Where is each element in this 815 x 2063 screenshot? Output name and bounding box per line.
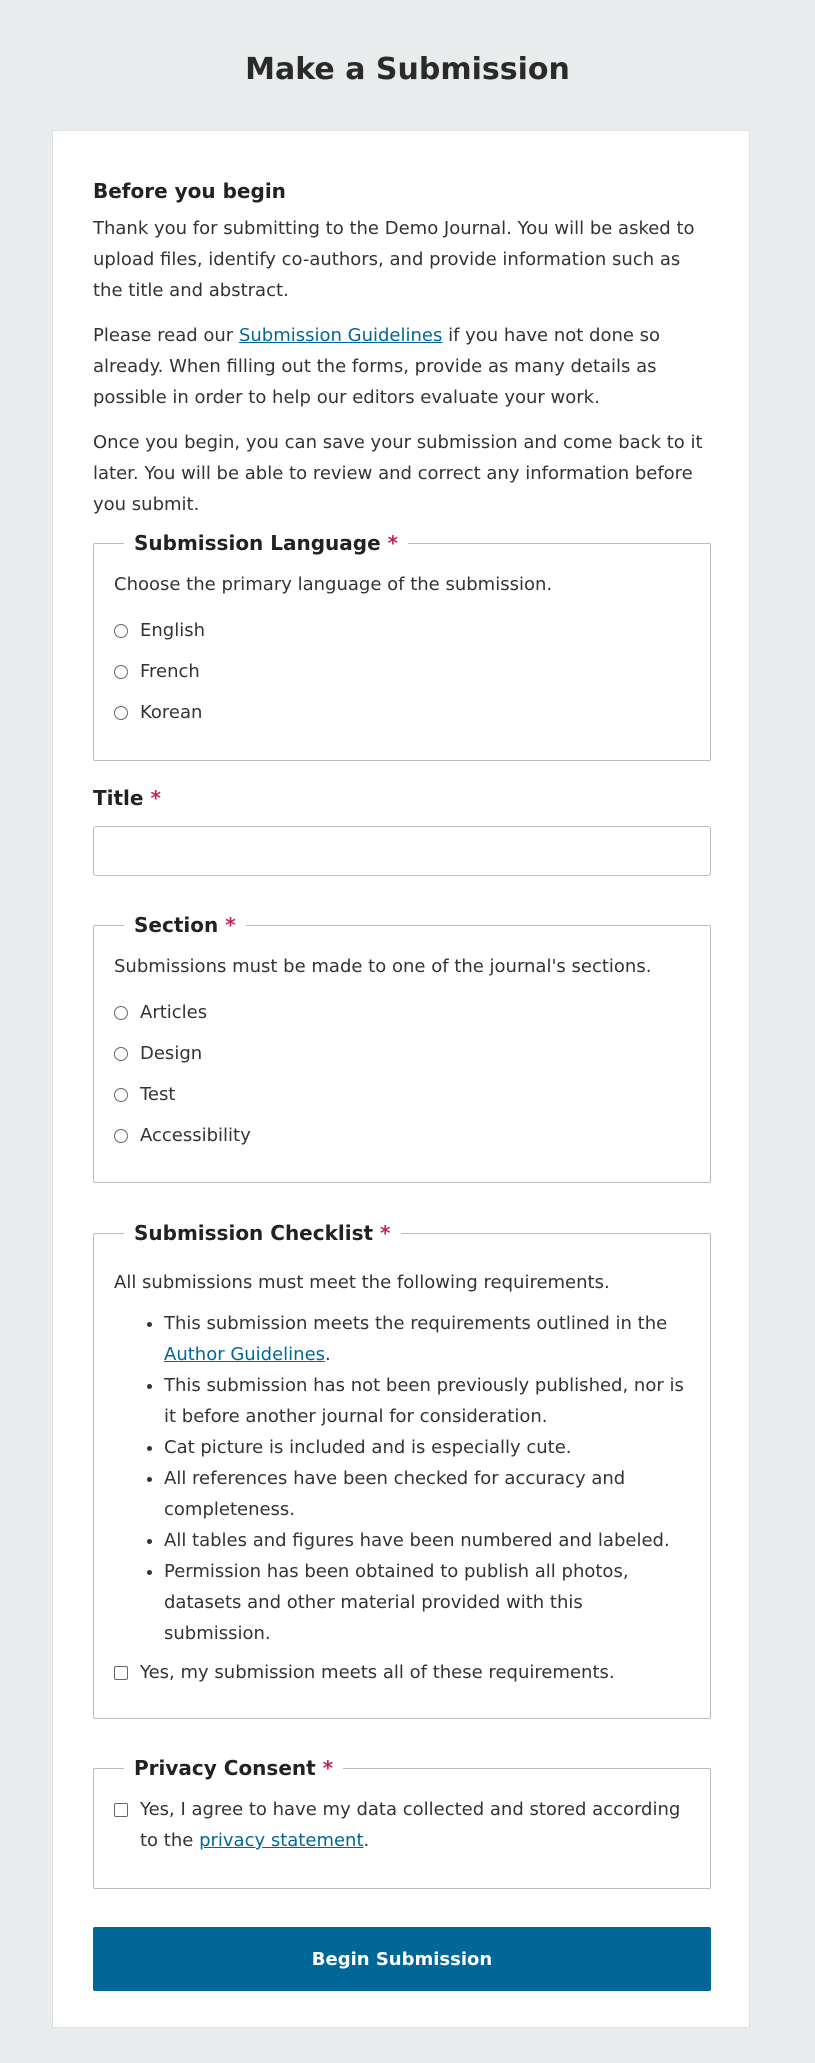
option-label[interactable]: French [140, 656, 200, 687]
legend-text: Submission Language [134, 531, 381, 555]
checklist-confirm-row[interactable]: Yes, my submission meets all of these re… [114, 1657, 690, 1688]
legend-text: Section [134, 913, 219, 937]
title-label: Title * [93, 786, 161, 810]
legend-text: Submission Checklist [134, 1221, 374, 1245]
language-option-english[interactable]: English [114, 610, 690, 651]
intro-paragraph-2: Please read our Submission Guidelines if… [93, 320, 711, 413]
section-description: Submissions must be made to one of the j… [114, 956, 652, 977]
checklist-description: All submissions must meet the following … [114, 1272, 610, 1293]
consent-text: . [363, 1830, 370, 1851]
required-marker: * [380, 1221, 391, 1245]
language-option-french[interactable]: French [114, 651, 690, 692]
radio-button[interactable] [114, 1087, 128, 1102]
checklist-item: All tables and figures have been numbere… [164, 1525, 690, 1556]
intro-paragraph-3: Once you begin, you can save your submis… [93, 432, 703, 515]
section-fieldset: Section * Submissions must be made to on… [93, 913, 711, 1183]
checklist-confirm-checkbox[interactable] [114, 1666, 128, 1680]
privacy-consent-row[interactable]: Yes, I agree to have my data collected a… [114, 1794, 690, 1856]
privacy-consent-legend: Privacy Consent * [124, 1756, 343, 1780]
language-option-korean[interactable]: Korean [114, 692, 690, 733]
section-option-design[interactable]: Design [114, 1033, 690, 1074]
privacy-statement-link[interactable]: privacy statement [199, 1830, 363, 1851]
radio-button[interactable] [114, 623, 128, 638]
begin-submission-button[interactable]: Begin Submission [93, 1927, 711, 1991]
section-legend: Section * [124, 913, 246, 937]
checklist-confirm-label[interactable]: Yes, my submission meets all of these re… [140, 1657, 615, 1688]
submission-checklist-legend: Submission Checklist * [124, 1221, 401, 1245]
option-label[interactable]: Test [140, 1079, 175, 1110]
submission-language-fieldset: Submission Language * Choose the primary… [93, 531, 711, 761]
checklist-item: This submission has not been previously … [164, 1370, 690, 1432]
radio-button[interactable] [114, 1005, 128, 1020]
option-label[interactable]: Accessibility [140, 1120, 251, 1151]
legend-text: Privacy Consent [134, 1756, 316, 1780]
option-label[interactable]: Design [140, 1038, 202, 1069]
title-label-text: Title [93, 786, 144, 810]
option-label[interactable]: English [140, 615, 205, 646]
page-title: Make a Submission [245, 52, 570, 87]
option-label[interactable]: Articles [140, 997, 207, 1028]
privacy-consent-label[interactable]: Yes, I agree to have my data collected a… [140, 1794, 690, 1856]
checklist-item: Permission has been obtained to publish … [164, 1556, 690, 1649]
required-marker: * [322, 1756, 334, 1780]
checklist-item: Cat picture is included and is especiall… [164, 1432, 690, 1463]
radio-button[interactable] [114, 664, 128, 679]
title-input[interactable] [93, 826, 711, 876]
required-marker: * [150, 786, 161, 810]
radio-button[interactable] [114, 1046, 128, 1061]
language-description: Choose the primary language of the submi… [114, 574, 553, 595]
radio-button[interactable] [114, 705, 128, 720]
checklist-items: This submission meets the requirements o… [114, 1308, 690, 1649]
intro-paragraph-1: Thank you for submitting to the Demo Jou… [93, 218, 695, 301]
intro-heading: Before you begin [93, 179, 286, 203]
submission-guidelines-link[interactable]: Submission Guidelines [239, 325, 442, 346]
required-marker: * [387, 531, 399, 555]
section-option-test[interactable]: Test [114, 1074, 690, 1115]
intro-section: Before you begin Thank you for submittin… [93, 169, 711, 534]
required-marker: * [225, 913, 236, 937]
submission-form: Before you begin Thank you for submittin… [52, 130, 750, 2028]
privacy-consent-checkbox[interactable] [114, 1803, 128, 1817]
submission-language-legend: Submission Language * [124, 531, 408, 555]
item-text: . [325, 1344, 331, 1365]
author-guidelines-link[interactable]: Author Guidelines [164, 1344, 325, 1365]
checklist-item: This submission meets the requirements o… [164, 1308, 690, 1370]
intro-text: Please read our [93, 325, 239, 346]
radio-button[interactable] [114, 1128, 128, 1143]
section-option-articles[interactable]: Articles [114, 992, 690, 1033]
privacy-consent-fieldset: Privacy Consent * Yes, I agree to have m… [93, 1756, 711, 1889]
item-text: This submission meets the requirements o… [164, 1313, 668, 1334]
submission-checklist-fieldset: Submission Checklist * All submissions m… [93, 1221, 711, 1719]
option-label[interactable]: Korean [140, 697, 202, 728]
checklist-item: All references have been checked for acc… [164, 1463, 690, 1525]
section-option-accessibility[interactable]: Accessibility [114, 1115, 690, 1156]
